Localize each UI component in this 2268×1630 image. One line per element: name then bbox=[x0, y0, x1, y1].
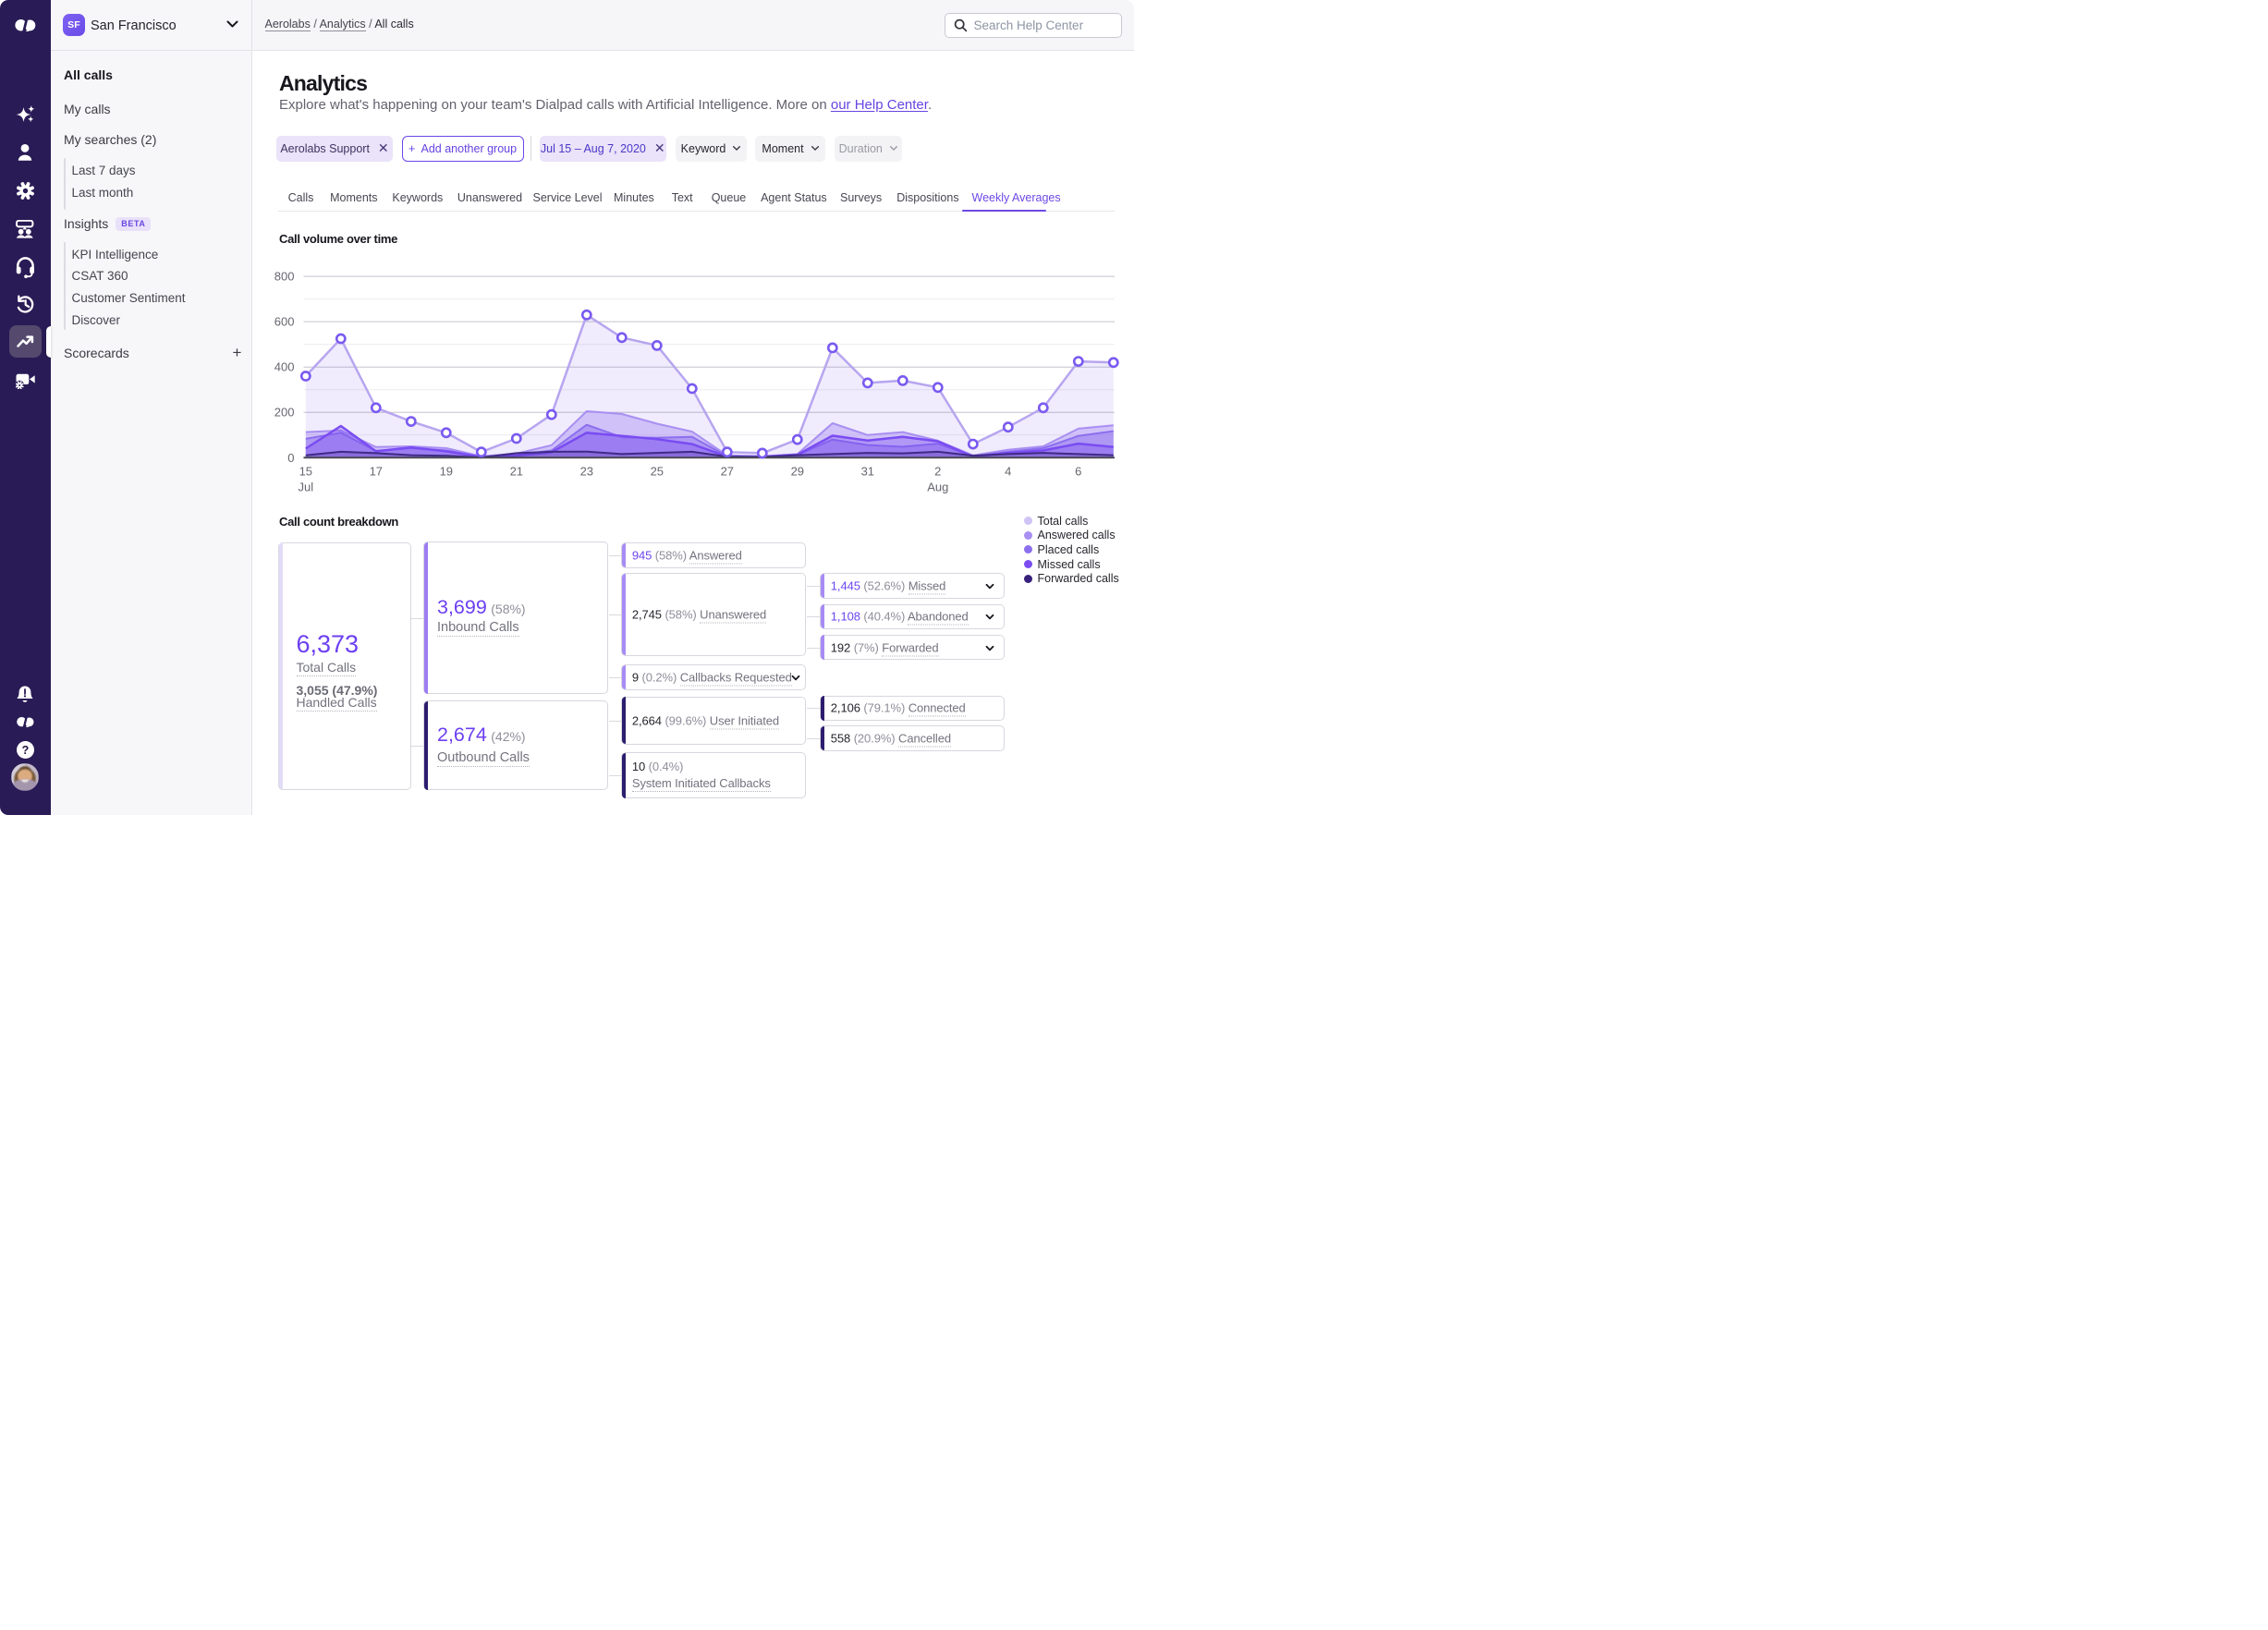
svg-text:27: 27 bbox=[720, 465, 733, 479]
svg-text:17: 17 bbox=[369, 465, 382, 479]
svg-text:19: 19 bbox=[439, 465, 452, 479]
svg-text:0: 0 bbox=[287, 451, 294, 465]
svg-text:31: 31 bbox=[860, 465, 873, 479]
svg-text:2: 2 bbox=[934, 465, 941, 479]
svg-text:?: ? bbox=[21, 744, 29, 757]
svg-text:400: 400 bbox=[274, 360, 294, 374]
svg-text:6: 6 bbox=[1075, 465, 1081, 479]
svg-text:15: 15 bbox=[299, 465, 311, 479]
svg-text:29: 29 bbox=[790, 465, 803, 479]
svg-text:21: 21 bbox=[509, 465, 522, 479]
svg-text:25: 25 bbox=[650, 465, 663, 479]
svg-text:4: 4 bbox=[1005, 465, 1011, 479]
svg-text:200: 200 bbox=[274, 406, 294, 420]
svg-text:Aug: Aug bbox=[927, 480, 948, 494]
svg-text:800: 800 bbox=[274, 270, 294, 284]
svg-text:600: 600 bbox=[274, 315, 294, 329]
svg-text:Jul: Jul bbox=[298, 480, 313, 494]
svg-text:23: 23 bbox=[579, 465, 592, 479]
